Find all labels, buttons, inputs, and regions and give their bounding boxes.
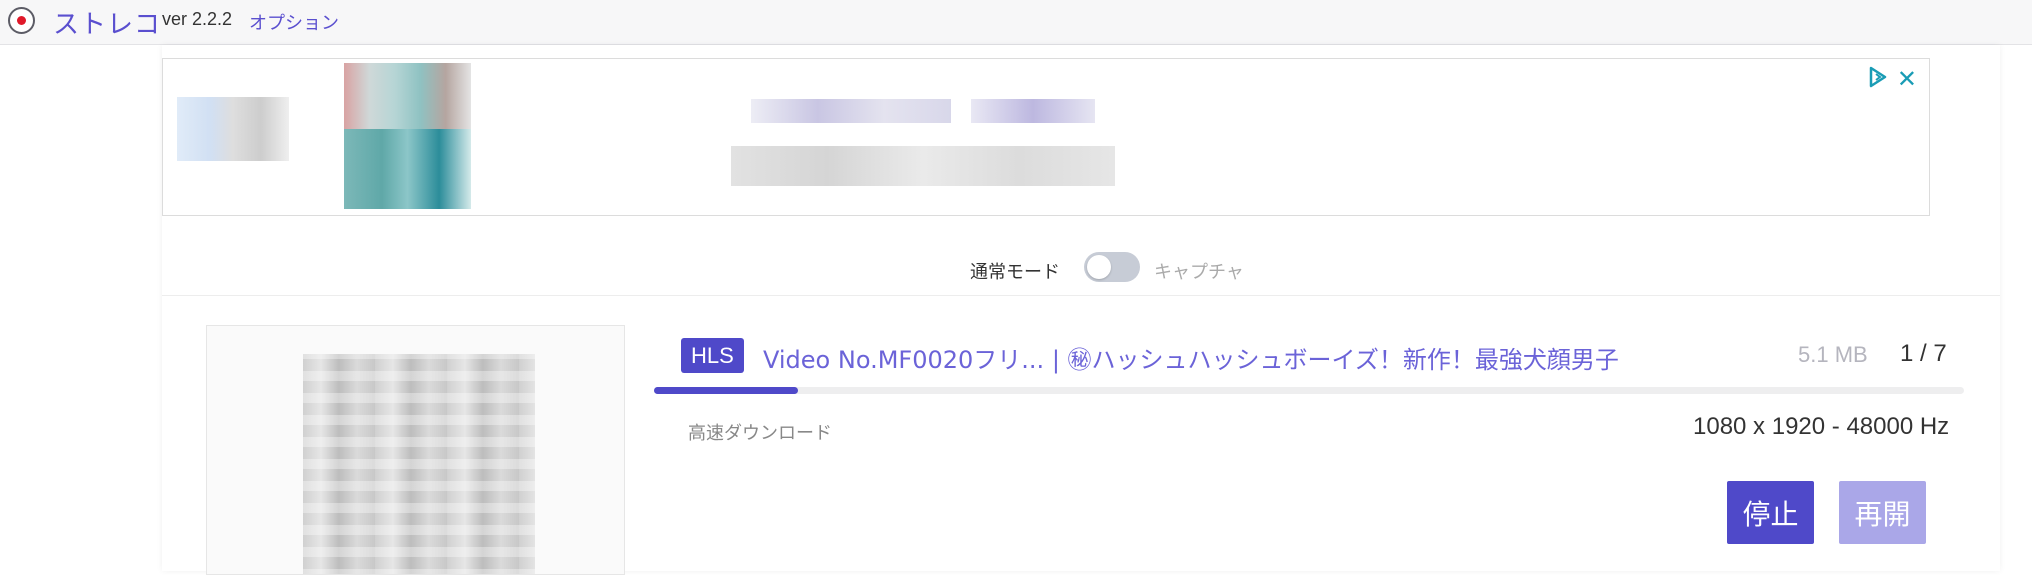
stop-button[interactable]: 停止 <box>1727 481 1814 544</box>
ad-text-line-1 <box>751 99 951 123</box>
download-progress-fill <box>654 387 799 394</box>
ad-close-icon[interactable]: ✕ <box>1897 65 1917 93</box>
ad-text-line-3 <box>731 146 1115 186</box>
mode-row: 通常モード キャプチャ <box>162 250 2000 296</box>
ad-banner[interactable]: ✕ <box>162 58 1930 216</box>
thumbnail-mosaic <box>303 354 535 574</box>
app-version: ver 2.2.2 <box>162 9 233 29</box>
toggle-knob <box>1087 255 1111 279</box>
options-link[interactable]: オプション <box>249 9 339 35</box>
ad-image-left <box>177 97 289 161</box>
video-title[interactable]: Video No.MF0020フリ... | ㊙ハッシュハッシュボーイズ！新作！… <box>763 340 1623 375</box>
app-name: ストレコ <box>53 10 162 40</box>
ad-image-mosaic-lower <box>344 129 471 209</box>
ad-text-line-2 <box>971 99 1095 123</box>
resolution-info: 1080 x 1920 - 48000 Hz <box>1693 413 1950 440</box>
ad-choices-icon[interactable] <box>1867 65 1889 89</box>
video-thumbnail <box>206 325 625 575</box>
normal-mode-label: 通常モード <box>970 262 1060 283</box>
record-icon <box>8 7 35 34</box>
capture-mode-label: キャプチャ <box>1154 262 1244 283</box>
format-badge: HLS <box>681 338 744 373</box>
capture-mode-toggle[interactable] <box>1084 252 1140 282</box>
download-mode-label: 高速ダウンロード <box>688 423 832 444</box>
top-bar: ストレコ ver 2.2.2 オプション <box>0 0 2032 45</box>
segment-count: 1 / 7 <box>1900 340 1947 367</box>
resume-button[interactable]: 再開 <box>1839 481 1926 544</box>
download-progress-bar <box>654 387 1964 394</box>
file-size: 5.1 MB <box>1798 342 1868 367</box>
